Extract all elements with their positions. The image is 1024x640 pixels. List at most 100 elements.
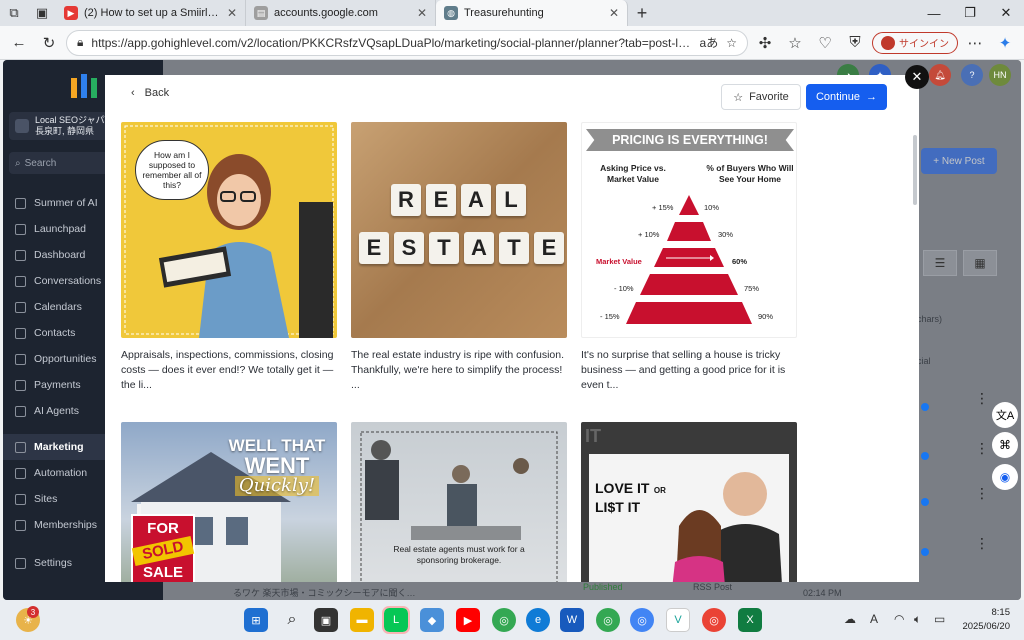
- continue-button[interactable]: Continue →: [806, 84, 887, 110]
- letter-tile: S: [394, 232, 424, 264]
- tab-google-accounts[interactable]: ▤ accounts.google.com ✕: [246, 0, 436, 26]
- refresh-icon[interactable]: ↻: [36, 30, 62, 56]
- list-view-icon[interactable]: ☰: [923, 250, 957, 276]
- maximize-icon[interactable]: ❐: [952, 0, 988, 26]
- url-text: https://app.gohighlevel.com/v2/location/…: [91, 35, 692, 50]
- windows-start-icon[interactable]: ⊞: [244, 608, 268, 632]
- modal-scrollbar[interactable]: [913, 135, 917, 205]
- row-menu-icon[interactable]: ⋮: [975, 390, 989, 407]
- tab-actions-icon[interactable]: ▣: [28, 0, 56, 26]
- calendar-view-icon[interactable]: ▦: [963, 250, 997, 276]
- excel-icon[interactable]: X: [738, 608, 762, 632]
- cloud-icon[interactable]: ☁: [844, 612, 856, 626]
- letter-tile: A: [461, 184, 491, 216]
- chrome-icon[interactable]: ◎: [630, 608, 654, 632]
- close-window-icon[interactable]: ✕: [988, 0, 1024, 26]
- page-icon: ▤: [254, 6, 268, 20]
- signin-button[interactable]: サインイン: [872, 31, 958, 54]
- template-card[interactable]: WELL THAT WENT Quickly! FOR SOLD SALE: [121, 422, 337, 582]
- tiles-real: R E A L: [391, 184, 526, 216]
- chars-label: chars): [917, 314, 943, 324]
- template-thumbnail: IT LOVE IT OR LI$T IT: [581, 422, 797, 582]
- task-view-icon[interactable]: ▣: [314, 608, 338, 632]
- chrome-icon[interactable]: ◎: [596, 608, 620, 632]
- app-logo: [71, 74, 97, 98]
- sidebar-item-label: Summer of AI: [34, 197, 98, 209]
- favorite-button[interactable]: ☆ Favorite: [721, 84, 801, 110]
- tab-treasurehunting[interactable]: ◍ Treasurehunting ✕: [436, 0, 628, 26]
- show-title: LOVE IT: [595, 480, 650, 496]
- template-card[interactable]: Real estate agents must work for a spons…: [351, 422, 567, 582]
- youtube-icon[interactable]: ▶: [456, 608, 480, 632]
- back-button[interactable]: ‹ Back: [131, 87, 169, 99]
- system-clock[interactable]: 8:15 2025/06/20: [962, 606, 1010, 634]
- sparkle-icon: [15, 197, 26, 209]
- template-caption: Appraisals, inspections, commissions, cl…: [121, 349, 334, 391]
- location-name: Local SEOジャパン: [35, 115, 115, 125]
- row-menu-icon[interactable]: ⋮: [975, 535, 989, 552]
- new-tab-icon[interactable]: +: [628, 0, 656, 26]
- favorites-icon[interactable]: ☆: [782, 30, 808, 56]
- edge-icon[interactable]: e: [526, 608, 550, 632]
- battery-icon[interactable]: ▭: [934, 612, 945, 626]
- volume-icon[interactable]: 🔈︎: [914, 612, 921, 627]
- show-title: LI$T IT: [595, 499, 641, 515]
- close-tab-icon[interactable]: ✕: [227, 6, 237, 20]
- sidebar-item-label: Settings: [34, 557, 72, 569]
- row-right-label: 75%: [744, 284, 760, 293]
- template-thumbnail: How am I supposed to remember all of thi…: [121, 122, 337, 338]
- copilot-icon[interactable]: ✦: [992, 30, 1018, 56]
- close-tab-icon[interactable]: ✕: [417, 6, 427, 20]
- health-icon[interactable]: ♡: [812, 30, 838, 56]
- row-menu-icon[interactable]: ⋮: [975, 440, 989, 457]
- template-thumbnail: R E A L E S T A T E: [351, 122, 567, 338]
- file-explorer-icon[interactable]: ▬: [350, 608, 374, 632]
- chevron-left-icon: ‹: [131, 87, 135, 99]
- memberships-icon: [15, 519, 26, 531]
- facebook-icon: [921, 403, 929, 411]
- apps-icon[interactable]: ⌘: [992, 432, 1018, 458]
- post-time: 02:14 PM: [803, 588, 842, 598]
- word-icon[interactable]: W: [560, 608, 584, 632]
- tiles-estate: E S T A T E: [359, 232, 564, 264]
- line-app-icon[interactable]: L: [382, 606, 410, 634]
- assistant-icon[interactable]: ◉: [992, 464, 1018, 490]
- app-icon[interactable]: ◆: [420, 608, 444, 632]
- back-icon[interactable]: ←: [6, 30, 32, 56]
- avatar[interactable]: HN: [989, 64, 1011, 86]
- workspaces-icon[interactable]: ⧉: [0, 0, 28, 26]
- chrome-icon[interactable]: ◎: [702, 608, 726, 632]
- facebook-icon: [921, 548, 929, 556]
- minimize-icon[interactable]: —: [916, 0, 952, 26]
- row-right-label: 60%: [732, 257, 748, 266]
- sites-icon: [15, 493, 26, 505]
- tab-smiirl[interactable]: ▶ (2) How to set up a Smiirl Counter ✕: [56, 0, 246, 26]
- extensions-icon[interactable]: ✣: [752, 30, 778, 56]
- translate-icon[interactable]: 文A: [992, 402, 1018, 428]
- template-card[interactable]: R E A L E S T A T E The real estate indu…: [351, 122, 567, 393]
- app-icon[interactable]: V: [666, 608, 690, 632]
- new-post-button[interactable]: + New Post: [921, 148, 997, 174]
- speech-bubble: How am I supposed to remember all of thi…: [135, 140, 209, 200]
- star-icon[interactable]: ☆: [726, 36, 737, 50]
- bell-icon[interactable]: 🔔︎: [929, 64, 951, 86]
- help-icon[interactable]: ?: [961, 64, 983, 86]
- close-modal-button[interactable]: ✕: [905, 65, 929, 89]
- row-menu-icon[interactable]: ⋮: [975, 485, 989, 502]
- more-icon[interactable]: ⋯: [962, 30, 988, 56]
- search-icon[interactable]: ⌕: [280, 608, 304, 632]
- chrome-icon[interactable]: ◎: [492, 608, 516, 632]
- url-field[interactable]: 🔒︎ https://app.gohighlevel.com/v2/locati…: [66, 29, 748, 56]
- corner-text: IT: [585, 426, 601, 446]
- close-tab-icon[interactable]: ✕: [609, 6, 619, 20]
- read-aloud-icon[interactable]: aあ: [700, 34, 719, 51]
- payments-icon: [15, 379, 26, 391]
- template-card[interactable]: PRICING IS EVERYTHING! Asking Price vs. …: [581, 122, 797, 393]
- sidebar-item-label: Sites: [34, 493, 58, 505]
- ime-icon[interactable]: A: [870, 612, 878, 626]
- shield-icon[interactable]: ⛨: [842, 30, 868, 56]
- row-left-label: + 15%: [652, 203, 674, 212]
- wifi-icon[interactable]: ◠: [894, 612, 904, 626]
- template-card[interactable]: How am I supposed to remember all of thi…: [121, 122, 337, 393]
- template-card[interactable]: IT LOVE IT OR LI$T IT: [581, 422, 797, 582]
